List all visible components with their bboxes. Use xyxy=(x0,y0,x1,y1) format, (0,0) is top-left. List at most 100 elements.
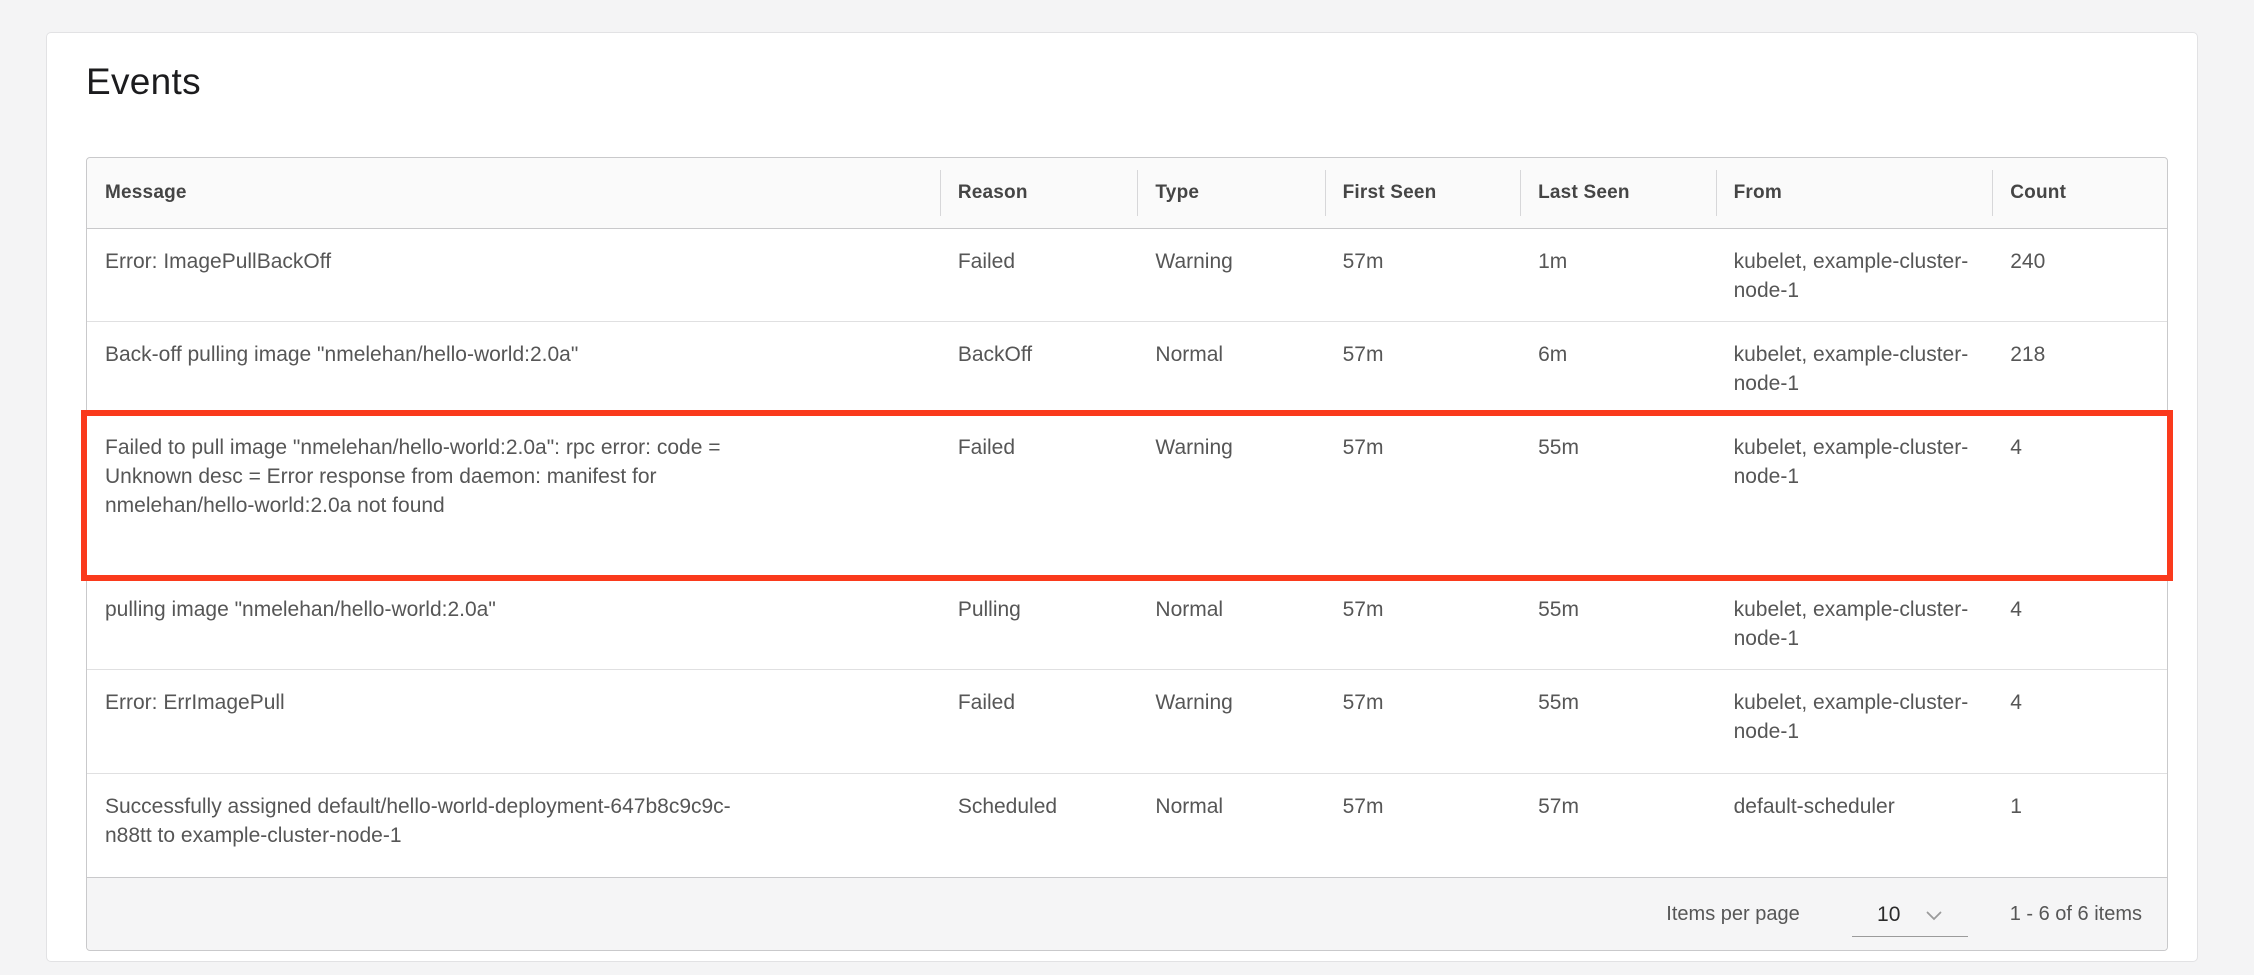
cell-text: Failed xyxy=(958,688,1120,717)
cell-text: Pulling xyxy=(958,595,1120,624)
cell-message: Error: ImagePullBackOff xyxy=(87,228,940,321)
chevron-down-icon xyxy=(1926,904,1942,927)
cell-reason: BackOff xyxy=(940,321,1138,414)
cell-type: Normal xyxy=(1137,773,1324,877)
cell-text: 4 xyxy=(2010,688,2149,717)
cell-count: 218 xyxy=(1992,321,2167,414)
cell-text: 218 xyxy=(2010,340,2149,369)
cell-text: default-scheduler xyxy=(1734,792,1975,821)
cell-first_seen: 57m xyxy=(1325,414,1521,576)
cell-text: 55m xyxy=(1538,595,1698,624)
cell-text: 57m xyxy=(1538,792,1698,821)
cell-text: 4 xyxy=(2010,595,2149,624)
cell-from: kubelet, example-cluster-node-1 xyxy=(1716,414,1993,576)
cell-text: Error: ImagePullBackOff xyxy=(105,247,745,276)
cell-text: Successfully assigned default/hello-worl… xyxy=(105,792,745,850)
cell-type: Normal xyxy=(1137,576,1324,669)
table-row-5: Error: ErrImagePull Failed Warning 57m 55m ku… xyxy=(87,669,2167,773)
events-card: Events Message Reason Type First Seen Last S… xyxy=(46,32,2198,962)
cell-reason: Failed xyxy=(940,414,1138,576)
column-header-label: Last Seen xyxy=(1538,182,1630,203)
table-row-6: Successfully assigned default/hello-worl… xyxy=(87,773,2167,877)
cell-text: 55m xyxy=(1538,688,1698,717)
cell-text: Back-off pulling image "nmelehan/hello-w… xyxy=(105,340,745,369)
table-row-3: Failed to pull image "nmelehan/hello-wor… xyxy=(87,414,2167,576)
cell-text: 57m xyxy=(1343,433,1503,462)
cell-text: 57m xyxy=(1343,247,1503,276)
column-header-message: Message xyxy=(87,158,940,228)
items-per-page-select[interactable]: 10 xyxy=(1852,901,1968,937)
cell-text: pulling image "nmelehan/hello-world:2.0a… xyxy=(105,595,745,624)
column-header-type: Type xyxy=(1137,158,1324,228)
column-header-first_seen: First Seen xyxy=(1325,158,1521,228)
table-row-4: pulling image "nmelehan/hello-world:2.0a… xyxy=(87,576,2167,669)
cell-text: kubelet, example-cluster-node-1 xyxy=(1734,688,1975,746)
events-table: Message Reason Type First Seen Last Seen From… xyxy=(87,158,2167,877)
cell-reason: Failed xyxy=(940,669,1138,773)
cell-first_seen: 57m xyxy=(1325,773,1521,877)
cell-from: kubelet, example-cluster-node-1 xyxy=(1716,669,1993,773)
table-row-2: Back-off pulling image "nmelehan/hello-w… xyxy=(87,321,2167,414)
cell-first_seen: 57m xyxy=(1325,669,1521,773)
cell-count: 4 xyxy=(1992,414,2167,576)
cell-text: Warning xyxy=(1155,688,1306,717)
column-header-label: Message xyxy=(105,182,187,203)
table-body: Error: ImagePullBackOffFailedWarning57m1… xyxy=(87,228,2167,877)
cell-text: kubelet, example-cluster-node-1 xyxy=(1734,340,1975,398)
cell-text: 57m xyxy=(1343,792,1503,821)
cell-type: Normal xyxy=(1137,321,1324,414)
cell-from: default-scheduler xyxy=(1716,773,1993,877)
cell-count: 1 xyxy=(1992,773,2167,877)
page-title: Events xyxy=(86,61,201,103)
cell-text: 55m xyxy=(1538,433,1698,462)
cell-text: Failed xyxy=(958,433,1120,462)
cell-text: BackOff xyxy=(958,340,1120,369)
items-per-page-value: 10 xyxy=(1877,903,1900,927)
cell-text: 240 xyxy=(2010,247,2149,276)
cell-first_seen: 57m xyxy=(1325,576,1521,669)
column-header-last_seen: Last Seen xyxy=(1520,158,1716,228)
cell-reason: Pulling xyxy=(940,576,1138,669)
cell-text: 1m xyxy=(1538,247,1698,276)
cell-type: Warning xyxy=(1137,414,1324,576)
cell-message: pulling image "nmelehan/hello-world:2.0a… xyxy=(87,576,940,669)
table-header: Message Reason Type First Seen Last Seen From… xyxy=(87,158,2167,228)
cell-from: kubelet, example-cluster-node-1 xyxy=(1716,321,1993,414)
column-header-label: Type xyxy=(1155,182,1199,203)
cell-count: 4 xyxy=(1992,669,2167,773)
cell-text: 1 xyxy=(2010,792,2149,821)
column-header-label: First Seen xyxy=(1343,182,1437,203)
cell-text: Failed xyxy=(958,247,1120,276)
cell-first_seen: 57m xyxy=(1325,321,1521,414)
cell-text: Normal xyxy=(1155,792,1306,821)
cell-text: Normal xyxy=(1155,595,1306,624)
cell-text: Failed to pull image "nmelehan/hello-wor… xyxy=(105,433,745,520)
column-header-from: From xyxy=(1716,158,1993,228)
events-datagrid: Message Reason Type First Seen Last Seen From… xyxy=(86,157,2168,951)
cell-text: 57m xyxy=(1343,688,1503,717)
cell-text: kubelet, example-cluster-node-1 xyxy=(1734,247,1975,305)
cell-reason: Scheduled xyxy=(940,773,1138,877)
column-header-label: From xyxy=(1734,182,1782,203)
table-row-1: Error: ImagePullBackOff Failed Warning 57m 1… xyxy=(87,228,2167,321)
pagination-range: 1 - 6 of 6 items xyxy=(2010,903,2142,926)
cell-last_seen: 55m xyxy=(1520,576,1716,669)
cell-text: 57m xyxy=(1343,340,1503,369)
cell-last_seen: 1m xyxy=(1520,228,1716,321)
cell-last_seen: 55m xyxy=(1520,669,1716,773)
cell-text: Scheduled xyxy=(958,792,1120,821)
cell-text: 4 xyxy=(2010,433,2149,462)
cell-message: Back-off pulling image "nmelehan/hello-w… xyxy=(87,321,940,414)
cell-reason: Failed xyxy=(940,228,1138,321)
column-header-label: Reason xyxy=(958,182,1028,203)
cell-text: kubelet, example-cluster-node-1 xyxy=(1734,595,1975,653)
cell-count: 4 xyxy=(1992,576,2167,669)
column-header-label: Count xyxy=(2010,182,2066,203)
cell-text: Warning xyxy=(1155,247,1306,276)
cell-text: 6m xyxy=(1538,340,1698,369)
cell-message: Failed to pull image "nmelehan/hello-wor… xyxy=(87,414,940,576)
cell-first_seen: 57m xyxy=(1325,228,1521,321)
cell-message: Error: ErrImagePull xyxy=(87,669,940,773)
cell-text: Error: ErrImagePull xyxy=(105,688,745,717)
table-footer: Items per page 10 1 - 6 of 6 items xyxy=(87,877,2167,950)
